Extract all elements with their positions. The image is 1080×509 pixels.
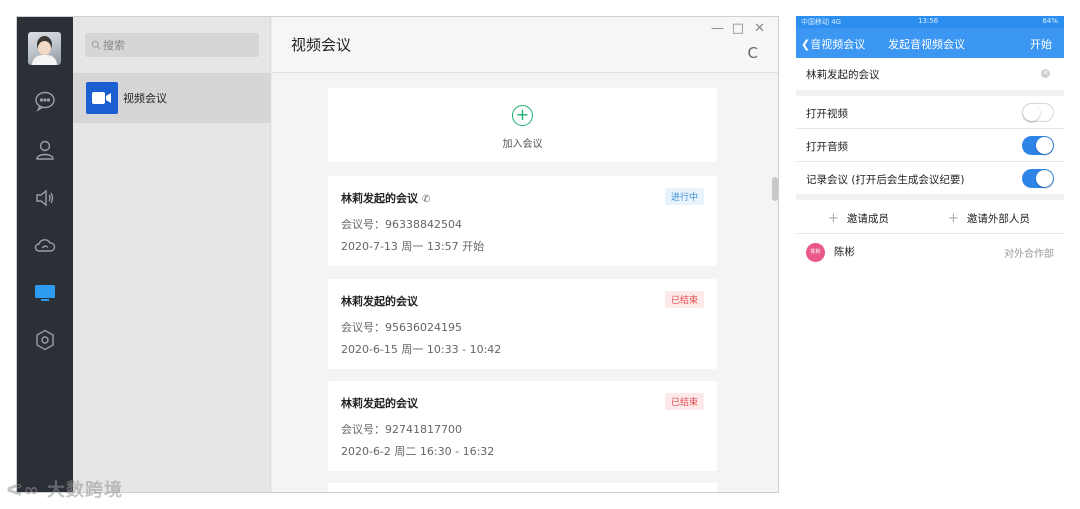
plus-icon: + (828, 211, 839, 226)
mobile-screen: 中国移动 4G 13:56 64% ❮音视频会议 发起音视频会议 开始 林莉发起… (796, 16, 1064, 267)
conversation-item-video-meeting[interactable]: 视频会议 (73, 73, 271, 123)
carrier-label: 中国移动 4G (801, 18, 842, 26)
meeting-id: 会议号：95636024195 (341, 321, 462, 334)
meeting-title: 林莉发起的会议 ✆ (341, 192, 431, 205)
invite-external-button[interactable]: + 邀请外部人员 (948, 211, 1030, 226)
desktop-app-window: 搜索 视频会议 视频会议 — □ ✕ C + 加入会议 林莉发起的会议 ✆ 进行中… (16, 16, 779, 493)
conversation-label: 视频会议 (123, 92, 167, 105)
main-header: 视频会议 — □ ✕ C (272, 17, 778, 73)
watermark: ᕙ∞ 大数跨境 (6, 480, 123, 501)
join-meeting-label: 加入会议 (502, 139, 543, 150)
announcement-icon[interactable] (31, 184, 59, 212)
page-title: 视频会议 (291, 36, 352, 54)
status-badge: 进行中 (664, 188, 704, 205)
add-circle-icon: + (512, 105, 533, 126)
close-button[interactable]: ✕ (754, 21, 765, 36)
search-input[interactable]: 搜索 (85, 33, 259, 57)
status-badge: 已结束 (664, 393, 704, 410)
video-toggle[interactable] (1022, 103, 1054, 122)
invite-row: + 邀请成员 + 邀请外部人员 (796, 200, 1064, 233)
meeting-title: 林莉发起的会议 (341, 397, 418, 410)
meeting-id: 会议号：92741817700 (341, 423, 462, 436)
contacts-icon[interactable] (31, 136, 59, 164)
scrollbar-thumb[interactable] (772, 177, 778, 201)
status-badge: 已结束 (664, 291, 704, 308)
member-avatar: 陈彬 (806, 243, 825, 262)
chat-icon[interactable] (31, 87, 59, 115)
meeting-card-partial[interactable] (328, 483, 717, 492)
member-department: 对外合作部 (1004, 249, 1054, 260)
meeting-title: 林莉发起的会议 (341, 295, 418, 308)
meeting-name-field[interactable]: 林莉发起的会议 ✕ (796, 58, 1064, 90)
nav-bar: ❮音视频会议 发起音视频会议 开始 (796, 28, 1064, 58)
meeting-card[interactable]: 林莉发起的会议 ✆ 进行中 会议号：96338842504 2020-7-13 周… (328, 176, 717, 266)
meeting-time: 2020-6-2 周二 16:30 - 16:32 (341, 445, 495, 458)
member-row[interactable]: 陈彬 陈彬 对外合作部 (796, 234, 1064, 267)
join-meeting-card[interactable]: + 加入会议 (328, 88, 717, 162)
meeting-icon[interactable] (31, 279, 59, 307)
option-row-record: 记录会议 (打开后会生成会议纪要) (796, 162, 1064, 194)
video-camera-icon (86, 82, 118, 114)
settings-icon[interactable] (31, 326, 59, 354)
minimize-button[interactable]: — (711, 21, 724, 36)
option-label: 打开音频 (806, 141, 848, 153)
member-name: 陈彬 (834, 246, 855, 258)
clock: 13:56 (918, 17, 939, 25)
chevron-left-icon: ❮ (801, 38, 811, 51)
left-nav-rail (17, 17, 73, 492)
meeting-card[interactable]: 林莉发起的会议 已结束 会议号：92741817700 2020-6-2 周二 … (328, 381, 717, 471)
battery-label: 64% (1042, 17, 1058, 25)
watermark-logo-icon: ᕙ∞ (6, 480, 40, 501)
search-placeholder: 搜索 (103, 39, 125, 52)
back-button[interactable]: ❮音视频会议 (801, 36, 865, 52)
option-label: 记录会议 (打开后会生成会议纪要) (806, 174, 965, 186)
audio-toggle[interactable] (1022, 136, 1054, 155)
refresh-icon[interactable]: C (748, 44, 758, 62)
invite-members-button[interactable]: + 邀请成员 (828, 211, 889, 226)
meeting-time: 2020-6-15 周一 10:33 - 10:42 (341, 343, 502, 356)
status-bar: 中国移动 4G 13:56 64% (796, 16, 1064, 28)
meeting-id: 会议号：96338842504 (341, 218, 462, 231)
nav-title: 发起音视频会议 (888, 38, 965, 51)
maximize-button[interactable]: □ (732, 21, 744, 36)
clear-icon[interactable]: ✕ (1041, 69, 1050, 78)
option-row-video: 打开视频 (796, 96, 1064, 128)
meeting-name-value: 林莉发起的会议 (806, 69, 880, 81)
phone-icon: ✆ (422, 194, 431, 205)
meeting-card[interactable]: 林莉发起的会议 已结束 会议号：95636024195 2020-6-15 周一… (328, 279, 717, 369)
conversation-list-panel: 搜索 视频会议 (73, 17, 271, 492)
meeting-main-panel: 视频会议 — □ ✕ C + 加入会议 林莉发起的会议 ✆ 进行中 会议号：963… (272, 17, 778, 492)
user-avatar[interactable] (28, 32, 61, 65)
search-icon (91, 40, 101, 50)
plus-icon: + (948, 211, 959, 226)
cloud-disk-icon[interactable] (31, 231, 59, 259)
option-label: 打开视频 (806, 108, 848, 120)
meeting-time: 2020-7-13 周一 13:57 开始 (341, 240, 485, 253)
start-button[interactable]: 开始 (1030, 36, 1052, 52)
option-row-audio: 打开音频 (796, 129, 1064, 161)
record-toggle[interactable] (1022, 169, 1054, 188)
